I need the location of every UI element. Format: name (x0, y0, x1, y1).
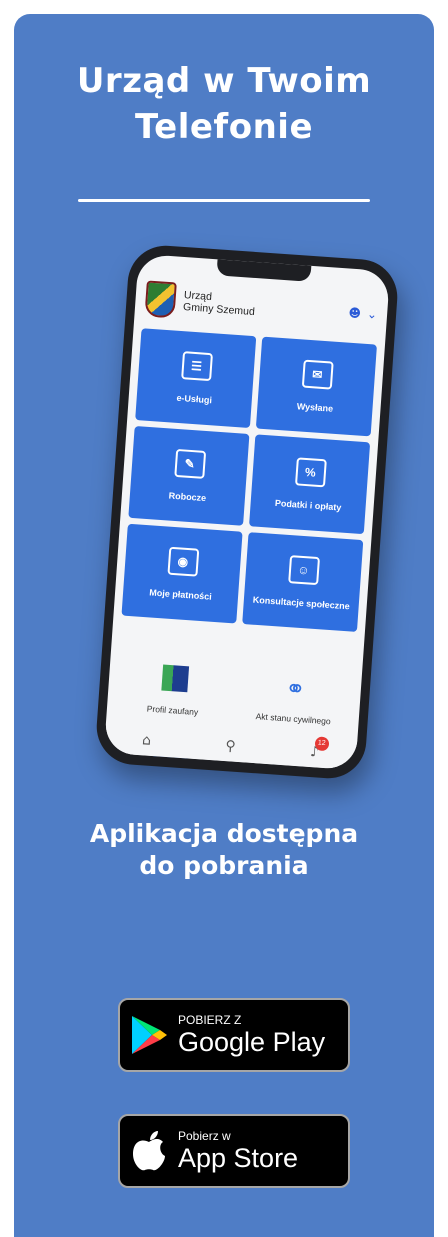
app-store-big: App Store (178, 1143, 299, 1173)
trusted-profile-icon (160, 664, 189, 693)
tile-label: Profil zaufany (146, 703, 199, 718)
tile-platnosci[interactable]: ◉ Moje płatności (121, 523, 243, 624)
phone-screen: Urząd Gminy Szemud ☻ ⌄ ☰ e-Usługi ✉ Wysł… (103, 253, 391, 771)
google-play-button[interactable]: POBIERZ Z Google Play (118, 998, 350, 1072)
tile-label: Robocze (168, 490, 207, 504)
tile-label: e-Usługi (176, 392, 213, 406)
chevron-down-icon: ⌄ (366, 306, 378, 322)
sent-mail-icon: ✉ (301, 359, 334, 390)
tile-label: Podatki i opłaty (274, 497, 342, 513)
headline: Urząd w Twoim Telefonie (14, 58, 434, 150)
tile-wyslane[interactable]: ✉ Wysłane (255, 336, 377, 437)
headline-line1: Urząd w Twoim (76, 61, 372, 101)
coins-icon: ◉ (166, 546, 199, 577)
tile-label: Moje płatności (149, 587, 213, 602)
app-store-small: Pobierz w (178, 1129, 231, 1143)
notification-badge: 12 (314, 736, 330, 752)
bell-icon[interactable]: ♪ 12 (310, 736, 330, 761)
divider (78, 199, 370, 202)
rings-icon: ⚭ (284, 674, 307, 703)
municipality-name: Urząd Gminy Szemud (183, 289, 256, 318)
availability-text: Aplikacja dostępna do pobrania (14, 818, 434, 882)
google-play-big: Google Play (178, 1027, 326, 1057)
google-play-small: POBIERZ Z (178, 1013, 242, 1027)
user-icon: ☻ (348, 305, 362, 321)
draft-mail-icon: ✎ (173, 448, 206, 479)
document-icon: ☰ (180, 351, 213, 382)
tile-label: Konsultacje społeczne (252, 594, 351, 612)
tile-konsultacje[interactable]: ☺ Konsultacje społeczne (242, 532, 364, 632)
tile-akt-stanu[interactable]: ⚭ Akt stanu cywilnego (235, 656, 355, 742)
apple-icon (120, 1130, 178, 1172)
tile-e-uslugi[interactable]: ☰ e-Usługi (135, 328, 257, 428)
tile-podatki[interactable]: % Podatki i opłaty (249, 434, 371, 535)
search-icon[interactable]: ⚲ (225, 738, 236, 755)
tile-label: Akt stanu cywilnego (255, 710, 332, 726)
home-icon[interactable]: ⌂ (142, 732, 152, 749)
tile-label: Wysłane (296, 401, 334, 414)
coat-of-arms-icon (144, 280, 177, 319)
phone-mockup: Urząd Gminy Szemud ☻ ⌄ ☰ e-Usługi ✉ Wysł… (94, 243, 400, 781)
account-menu[interactable]: ☻ ⌄ (348, 306, 377, 322)
tile-profil-zaufany[interactable]: Profil zaufany (114, 647, 234, 733)
tile-robocze[interactable]: ✎ Robocze (128, 425, 250, 526)
availability-line1: Aplikacja dostępna (89, 819, 359, 848)
service-grid: ☰ e-Usługi ✉ Wysłane ✎ Robocze % Podatki… (121, 328, 377, 632)
percent-icon: % (294, 457, 327, 488)
headline-line2: Telefonie (134, 107, 314, 147)
availability-line2: do pobrania (139, 851, 309, 880)
people-chat-icon: ☺ (287, 555, 320, 586)
promo-card: Urząd w Twoim Telefonie Urząd Gminy Szem… (14, 14, 434, 1237)
google-play-icon (120, 1014, 178, 1056)
app-store-button[interactable]: Pobierz w App Store (118, 1114, 350, 1188)
